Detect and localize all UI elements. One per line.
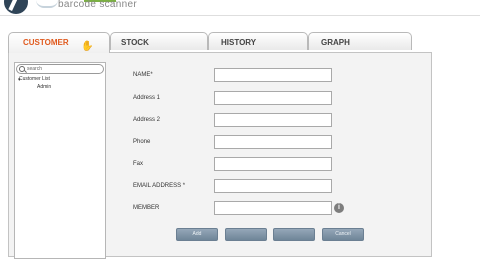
logo-swoosh xyxy=(36,0,58,8)
header-divider xyxy=(0,15,480,16)
address2-label: Address 2 xyxy=(133,117,161,123)
address1-label: Address 1 xyxy=(133,95,161,101)
logo-icon xyxy=(4,0,28,14)
action-button-2[interactable] xyxy=(225,228,267,241)
tab-graph-label: GRAPH xyxy=(321,38,350,47)
search-input[interactable]: search xyxy=(16,64,104,74)
info-icon[interactable]: i xyxy=(334,203,344,213)
phone-label: Phone xyxy=(133,139,151,145)
cancel-button[interactable]: Cancel xyxy=(322,228,364,241)
address1-field[interactable] xyxy=(214,91,332,105)
main-tabs: CUSTOMER ✋ STOCK HISTORY GRAPH xyxy=(8,32,412,53)
address2-field[interactable] xyxy=(214,113,332,127)
search-placeholder: search xyxy=(27,66,43,72)
fax-field[interactable] xyxy=(214,157,332,171)
email-field[interactable] xyxy=(214,179,332,193)
add-button[interactable]: Add xyxy=(176,228,218,241)
name-label: NAME* xyxy=(133,72,153,78)
search-icon xyxy=(19,66,25,72)
tab-stock[interactable]: STOCK xyxy=(110,32,208,50)
action-button-3[interactable] xyxy=(273,228,315,241)
email-label: EMAIL ADDRESS * xyxy=(133,183,186,189)
mouse-cursor-icon: ✋ xyxy=(81,41,94,52)
member-label: MEMBER xyxy=(133,205,160,211)
tab-stock-label: STOCK xyxy=(121,38,149,47)
tree-item-admin[interactable]: Admin xyxy=(37,84,51,90)
tab-customer-label: CUSTOMER xyxy=(23,38,69,47)
customer-tree: search ▾ Customer List Admin xyxy=(14,62,106,259)
phone-field[interactable] xyxy=(214,135,332,149)
tab-history[interactable]: HISTORY xyxy=(208,32,308,50)
member-field[interactable] xyxy=(214,201,332,215)
logo-tagline: barcode scanner xyxy=(58,0,137,10)
tab-customer[interactable]: CUSTOMER ✋ xyxy=(8,32,110,53)
fax-label: Fax xyxy=(133,161,144,167)
tab-graph[interactable]: GRAPH xyxy=(308,32,412,50)
tab-history-label: HISTORY xyxy=(221,38,257,47)
tree-item-customer-list[interactable]: Customer List xyxy=(19,76,50,82)
name-field[interactable] xyxy=(214,68,332,82)
